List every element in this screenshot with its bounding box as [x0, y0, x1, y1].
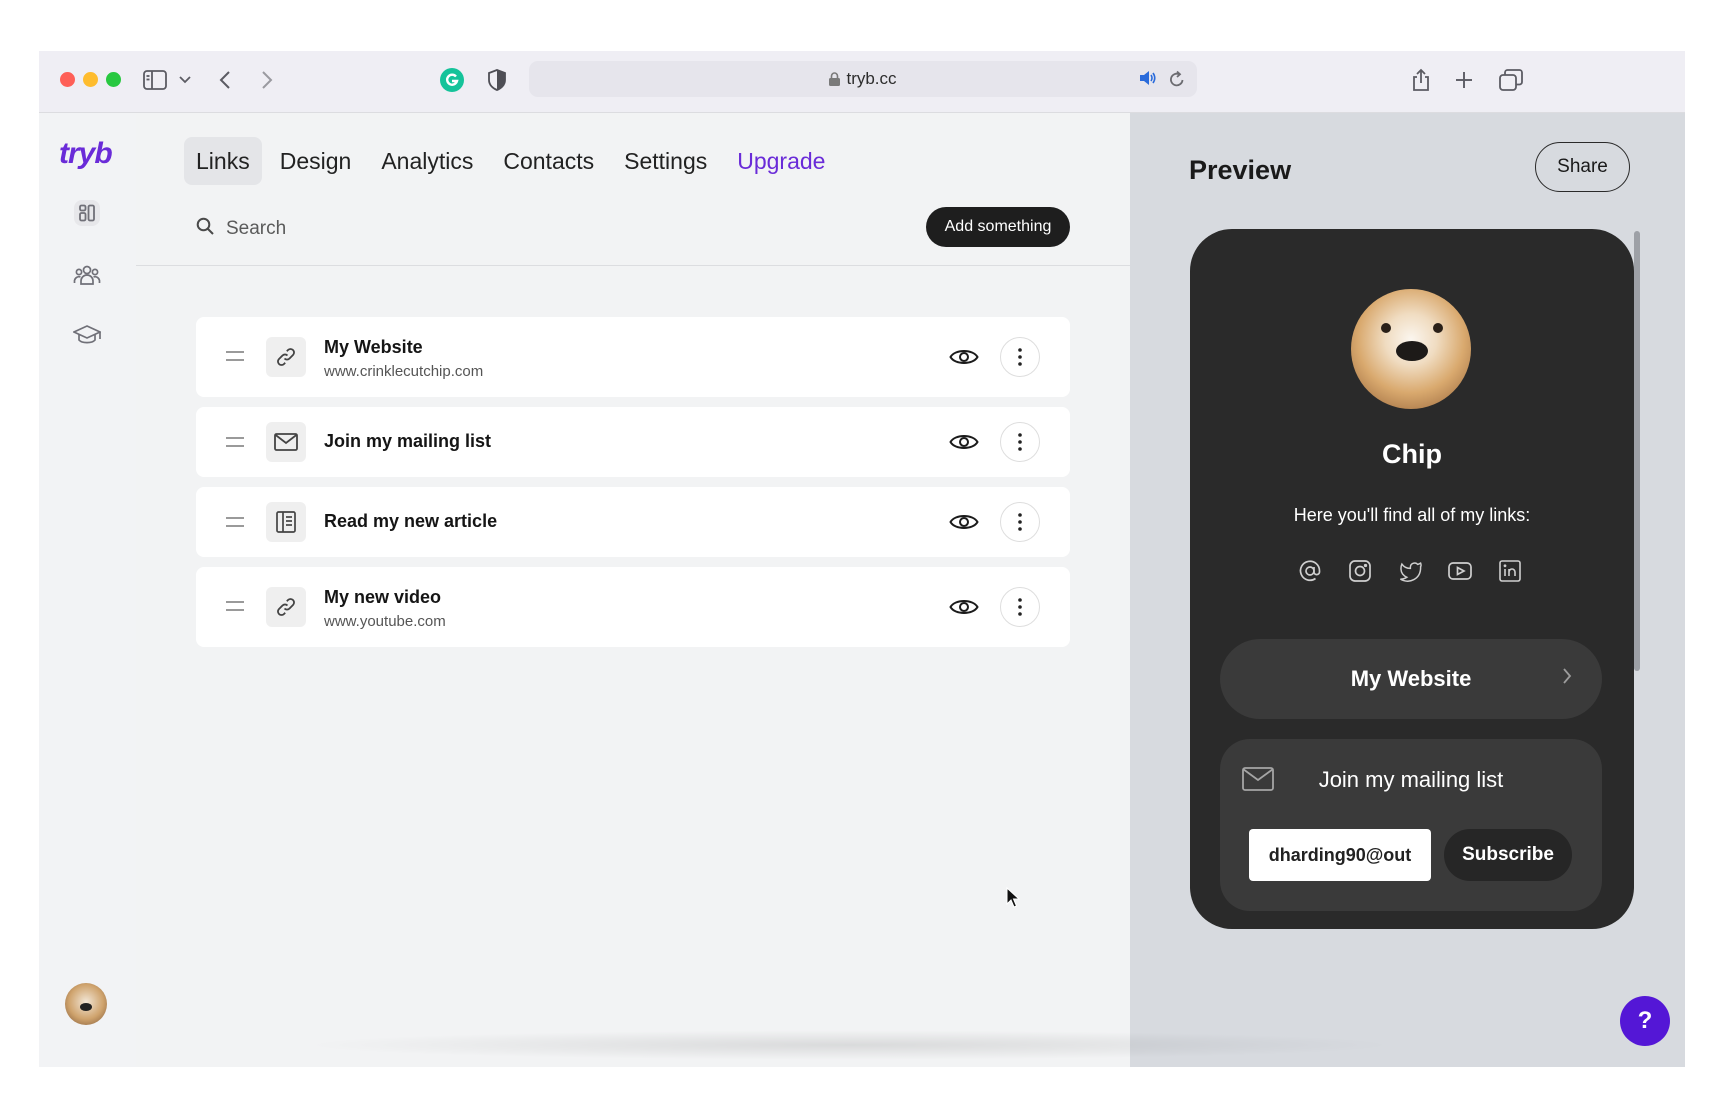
article-icon: [266, 502, 306, 542]
link-row-mailing-list[interactable]: Join my mailing list: [196, 407, 1070, 477]
address-bar[interactable]: tryb.cc: [529, 61, 1197, 97]
speaker-icon[interactable]: [1139, 70, 1157, 86]
window-shadow: [300, 1030, 1400, 1060]
nav-tabs: Links Design Analytics Contacts Settings…: [184, 137, 837, 185]
subscribe-button[interactable]: Subscribe: [1444, 829, 1572, 881]
link-title: My new video: [324, 587, 442, 607]
mouse-cursor-icon: [1006, 886, 1021, 914]
link-title: Join my mailing list: [324, 431, 492, 451]
profile-name: Chip: [1382, 439, 1442, 469]
link-row-article[interactable]: Read my new article: [196, 487, 1070, 557]
left-rail: tryb: [39, 113, 136, 1067]
preview-link-my-website[interactable]: My Website: [1220, 639, 1602, 719]
tab-design[interactable]: Design: [268, 137, 364, 185]
chevron-down-icon[interactable]: [179, 65, 191, 95]
tryb-logo[interactable]: tryb: [59, 137, 113, 171]
link-row-video[interactable]: My new video www.youtube.com: [196, 567, 1070, 647]
forward-icon[interactable]: [261, 65, 273, 95]
help-button[interactable]: ?: [1620, 996, 1670, 1046]
grammarly-extension-icon[interactable]: [439, 65, 465, 95]
reload-icon[interactable]: [1169, 70, 1185, 88]
youtube-icon[interactable]: [1448, 559, 1472, 583]
drag-handle-icon[interactable]: [226, 351, 244, 361]
link-icon: [266, 587, 306, 627]
visibility-eye-icon[interactable]: [948, 426, 980, 458]
preview-panel: Preview Share Chip Here you'll find all …: [1130, 113, 1685, 1067]
lock-icon: [829, 72, 841, 86]
links-editor: Links Design Analytics Contacts Settings…: [136, 113, 1130, 1067]
visibility-eye-icon[interactable]: [948, 341, 980, 373]
preview-title: Preview: [1189, 155, 1292, 185]
twitter-icon[interactable]: [1398, 559, 1422, 583]
preview-scrollbar[interactable]: [1633, 229, 1641, 929]
share-page-icon[interactable]: [1411, 65, 1431, 95]
dashboard-icon[interactable]: [67, 193, 107, 233]
phone-preview: Chip Here you'll find all of my links: M…: [1190, 229, 1634, 929]
link-icon: [266, 337, 306, 377]
tab-upgrade[interactable]: Upgrade: [725, 137, 837, 185]
link-title: My Website: [324, 337, 423, 357]
link-url: www.youtube.com: [324, 613, 446, 630]
url-text: tryb.cc: [846, 69, 897, 88]
email-field[interactable]: dharding90@out: [1249, 829, 1431, 881]
user-avatar[interactable]: [65, 983, 107, 1025]
more-options-icon[interactable]: [1000, 587, 1040, 627]
minimize-window-button[interactable]: [83, 72, 98, 87]
link-url: www.crinklecutchip.com: [324, 363, 484, 380]
preview-mailing-list-card: Join my mailing list dharding90@out Subs…: [1220, 739, 1602, 911]
browser-window: tryb.cc tryb Links Design Analytics Cont…: [39, 51, 1685, 1067]
more-options-icon[interactable]: [1000, 502, 1040, 542]
tab-overview-icon[interactable]: [1499, 65, 1523, 95]
shield-extension-icon[interactable]: [487, 65, 507, 95]
close-window-button[interactable]: [60, 72, 75, 87]
back-icon[interactable]: [219, 65, 231, 95]
drag-handle-icon[interactable]: [226, 601, 244, 611]
graduation-cap-icon[interactable]: [67, 315, 107, 355]
new-tab-icon[interactable]: [1455, 65, 1473, 95]
social-icons: [1298, 559, 1522, 583]
instagram-icon[interactable]: [1348, 559, 1372, 583]
envelope-icon: [266, 422, 306, 462]
email-icon[interactable]: [1298, 559, 1322, 583]
tab-contacts[interactable]: Contacts: [491, 137, 606, 185]
tab-settings[interactable]: Settings: [612, 137, 719, 185]
linkedin-icon[interactable]: [1498, 559, 1522, 583]
visibility-eye-icon[interactable]: [948, 591, 980, 623]
preview-link-label: My Website: [1350, 666, 1472, 691]
share-button[interactable]: Share: [1535, 142, 1630, 192]
header-divider: [136, 265, 1130, 266]
browser-toolbar: tryb.cc: [39, 51, 1685, 113]
profile-bio: Here you'll find all of my links:: [1293, 505, 1531, 525]
more-options-icon[interactable]: [1000, 422, 1040, 462]
drag-handle-icon[interactable]: [226, 517, 244, 527]
tab-links[interactable]: Links: [184, 137, 262, 185]
search-box[interactable]: Search: [196, 217, 286, 241]
add-something-button[interactable]: Add something: [926, 207, 1070, 247]
mailing-list-title: Join my mailing list: [1318, 767, 1504, 792]
more-options-icon[interactable]: [1000, 337, 1040, 377]
chevron-right-icon: [1562, 667, 1572, 685]
audience-icon[interactable]: [67, 255, 107, 295]
tab-analytics[interactable]: Analytics: [369, 137, 485, 185]
drag-handle-icon[interactable]: [226, 437, 244, 447]
profile-avatar: [1351, 289, 1471, 409]
search-input[interactable]: Search: [226, 218, 286, 240]
visibility-eye-icon[interactable]: [948, 506, 980, 538]
sidebar-toggle-icon[interactable]: [143, 65, 167, 95]
link-title: Read my new article: [324, 511, 498, 531]
zoom-window-button[interactable]: [106, 72, 121, 87]
link-row-my-website[interactable]: My Website www.crinklecutchip.com: [196, 317, 1070, 397]
search-icon: [196, 217, 214, 241]
